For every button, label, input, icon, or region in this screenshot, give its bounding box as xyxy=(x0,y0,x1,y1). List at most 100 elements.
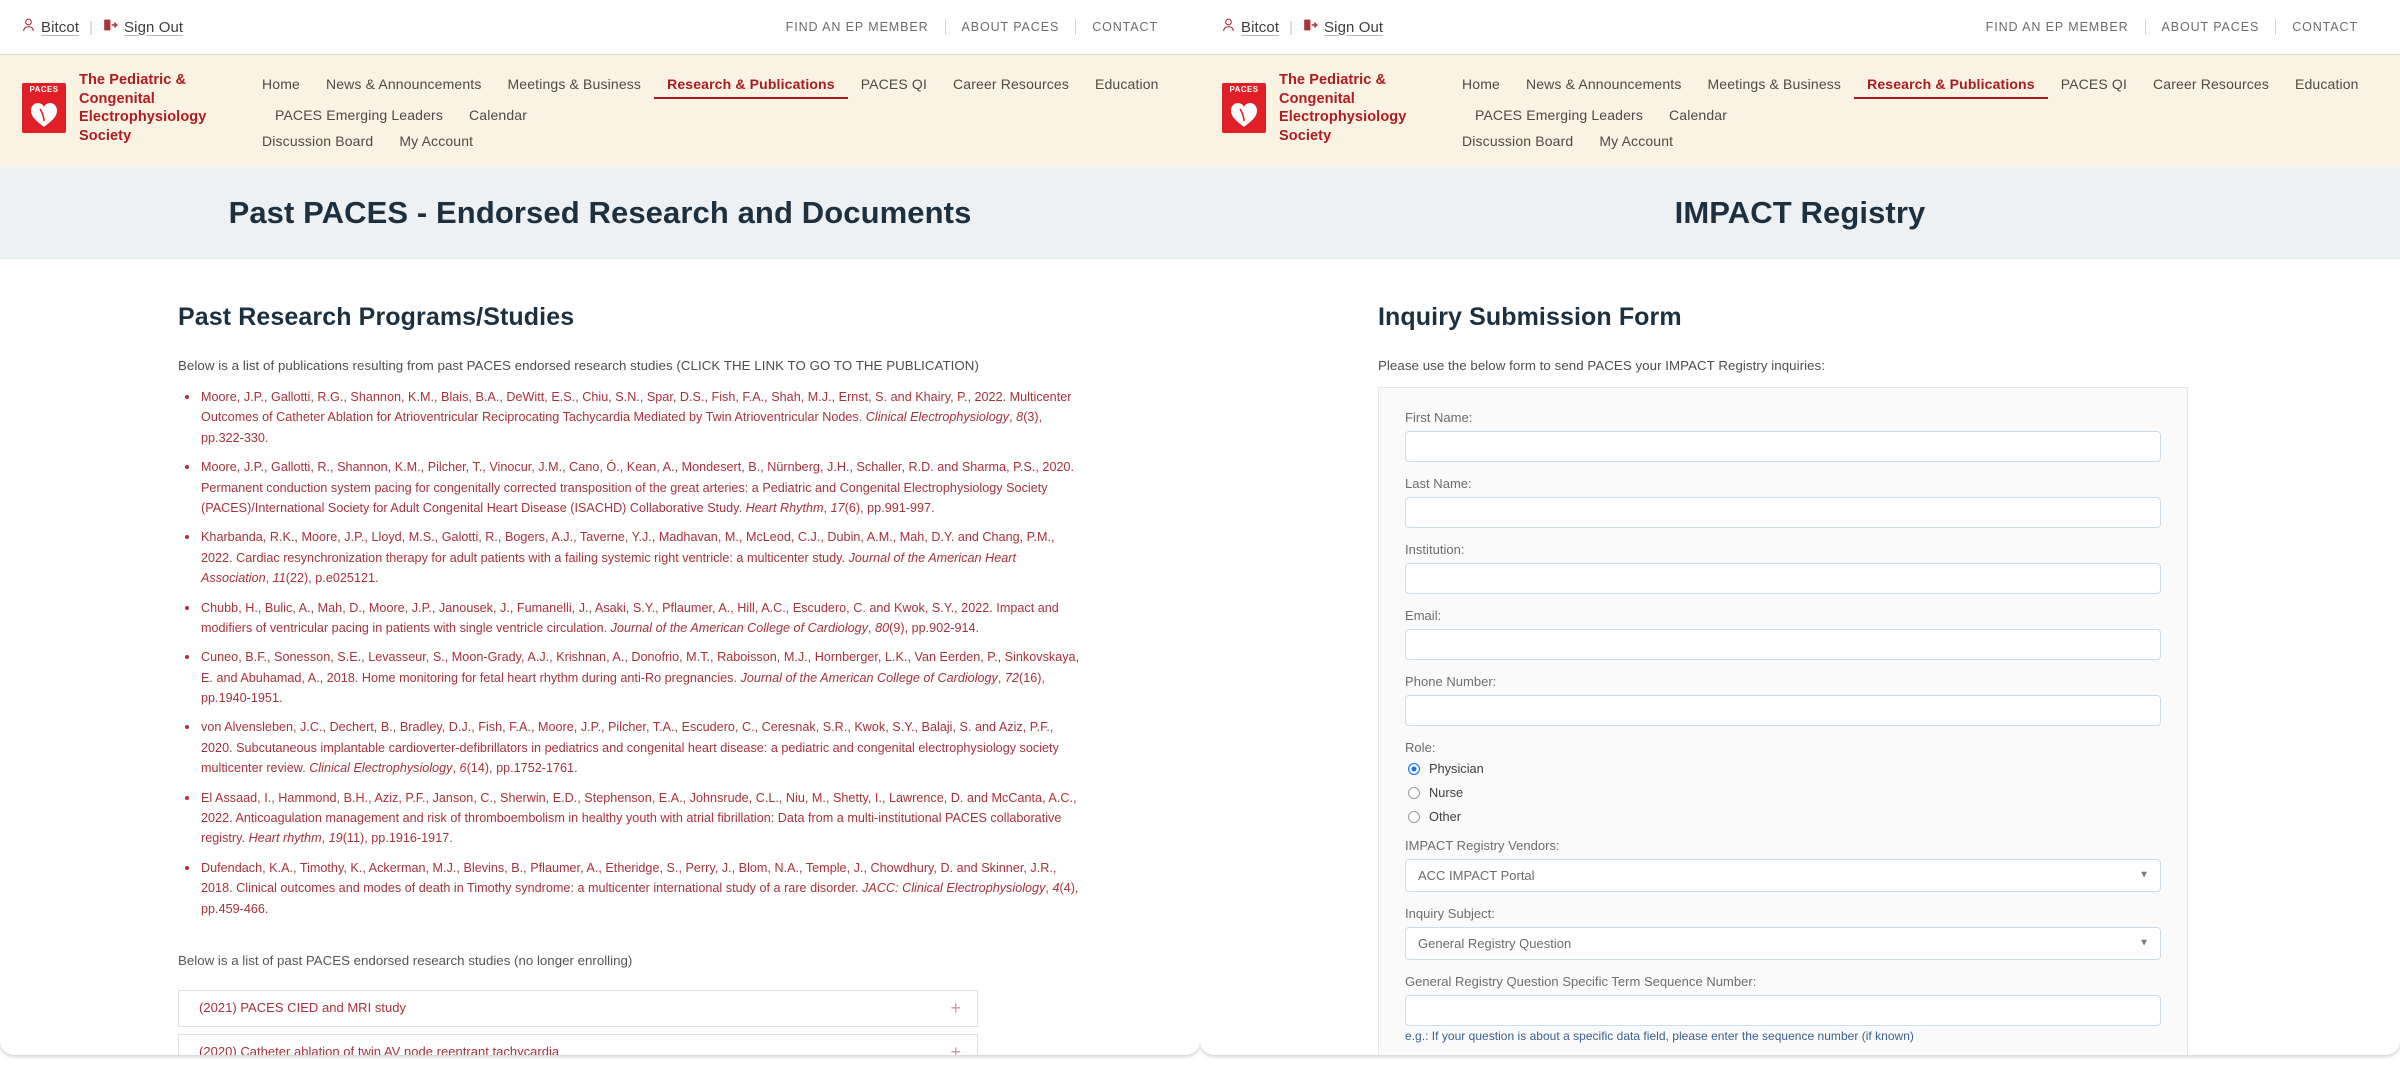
nav-item-meetings-business[interactable]: Meetings & Business xyxy=(494,75,654,99)
accordion-item[interactable]: (2021) PACES CIED and MRI study + xyxy=(178,989,978,1027)
brand-line-1: The Pediatric & Congenital xyxy=(1279,72,1387,107)
utility-separator: | xyxy=(89,18,94,36)
page-right: Bitcot | Sign Out FIND AN EP MEMBER ABOU… xyxy=(1200,0,2400,1055)
institution-label: Institution: xyxy=(1405,542,1465,557)
nav-item-home[interactable]: Home xyxy=(262,75,313,99)
vendors-select[interactable]: ACC IMPACT Portal xyxy=(1405,859,2161,892)
role-option-physician[interactable]: Physician xyxy=(1405,761,2161,776)
first-name-label: First Name: xyxy=(1405,410,1473,425)
logo-wordmark: PACES xyxy=(29,85,59,95)
email-input[interactable] xyxy=(1405,629,2161,660)
publication-citation[interactable]: Chubb, H., Bulic, A., Mah, D., Moore, J.… xyxy=(182,598,1082,639)
nav-item-paces-qi[interactable]: PACES QI xyxy=(848,75,940,99)
utility-link-contact[interactable]: CONTACT xyxy=(2276,20,2374,34)
utility-bar-right: Bitcot | Sign Out FIND AN EP MEMBER ABOU… xyxy=(1200,0,2400,55)
section-heading-inquiry-form: Inquiry Submission Form xyxy=(1378,303,1682,331)
nav-item-meetings-business[interactable]: Meetings & Business xyxy=(1694,75,1854,99)
publication-citation[interactable]: von Alvensleben, J.C., Dechert, B., Brad… xyxy=(182,717,1082,778)
inquiry-subject-select[interactable]: General Registry Question xyxy=(1405,927,2161,960)
main-content-right: Inquiry Submission Form Please use the b… xyxy=(1200,259,2400,1055)
plus-icon[interactable]: + xyxy=(936,999,961,1017)
account-link[interactable]: Bitcot xyxy=(22,18,79,36)
site-brand[interactable]: PACES The Pediatric & Congenital Electro… xyxy=(1222,69,1462,145)
nav-item-career-resources[interactable]: Career Resources xyxy=(940,75,1082,99)
publication-citation[interactable]: El Assaad, I., Hammond, B.H., Aziz, P.F.… xyxy=(182,788,1082,849)
last-name-label: Last Name: xyxy=(1405,476,1472,491)
nav-item-research-publications[interactable]: Research & Publications xyxy=(1854,75,2048,99)
radio-unselected-icon[interactable] xyxy=(1408,786,1420,799)
role-option-nurse[interactable]: Nurse xyxy=(1405,785,2161,800)
nav-item-paces-emerging-leaders[interactable]: PACES Emerging Leaders xyxy=(262,106,456,125)
publication-citation[interactable]: Moore, J.P., Gallotti, R., Shannon, K.M.… xyxy=(182,457,1082,518)
plus-icon[interactable]: + xyxy=(936,1043,961,1055)
screenshot-stage: Bitcot | Sign Out FIND AN EP MEMBER ABOU… xyxy=(0,0,2400,1067)
nav-item-education[interactable]: Education xyxy=(2282,75,2372,99)
last-name-input[interactable] xyxy=(1405,497,2161,528)
utility-link-find-ep-member[interactable]: FIND AN EP MEMBER xyxy=(770,20,945,34)
utility-bar-left: Bitcot | Sign Out FIND AN EP MEMBER ABOU… xyxy=(0,0,1200,55)
role-option-label: Physician xyxy=(1429,761,1484,776)
accordion-item[interactable]: (2020) Catheter ablation of twin AV node… xyxy=(178,1033,978,1055)
phone-field-group: Phone Number: xyxy=(1405,674,2161,726)
sign-out-label[interactable]: Sign Out xyxy=(124,19,183,36)
main-content-left: Past Research Programs/Studies Below is … xyxy=(0,259,1200,1055)
nav-item-news-announcements[interactable]: News & Announcements xyxy=(1513,75,1695,99)
role-option-other[interactable]: Other xyxy=(1405,809,2161,824)
institution-input[interactable] xyxy=(1405,563,2161,594)
nav-item-news-announcements[interactable]: News & Announcements xyxy=(313,75,495,99)
paces-logo-icon: PACES xyxy=(1222,83,1266,134)
publication-citation[interactable]: Dufendach, K.A., Timothy, K., Ackerman, … xyxy=(182,858,1082,919)
vendors-select-wrap: ACC IMPACT Portal ▼ xyxy=(1405,859,2161,892)
publication-citation[interactable]: Kharbanda, R.K., Moore, J.P., Lloyd, M.S… xyxy=(182,527,1082,588)
nav-item-home[interactable]: Home xyxy=(1462,75,1513,99)
page-title-left: Past PACES - Endorsed Research and Docum… xyxy=(228,194,972,230)
nav-item-discussion-board[interactable]: Discussion Board xyxy=(1462,132,1586,151)
account-link[interactable]: Bitcot xyxy=(1222,18,1279,36)
utility-link-contact[interactable]: CONTACT xyxy=(1076,20,1174,34)
sign-out-label[interactable]: Sign Out xyxy=(1324,19,1383,36)
site-brand[interactable]: PACES The Pediatric & Congenital Electro… xyxy=(22,69,262,145)
account-name[interactable]: Bitcot xyxy=(1241,19,1279,36)
radio-unselected-icon[interactable] xyxy=(1408,810,1420,823)
sequence-number-input[interactable] xyxy=(1405,995,2161,1026)
phone-input[interactable] xyxy=(1405,695,2161,726)
person-icon xyxy=(1222,18,1235,36)
account-name[interactable]: Bitcot xyxy=(41,19,79,36)
utility-separator: | xyxy=(1289,18,1294,36)
sign-out-icon xyxy=(103,18,118,36)
utility-link-about-paces[interactable]: ABOUT PACES xyxy=(946,20,1076,34)
brand-text: The Pediatric & Congenital Electrophysio… xyxy=(1279,71,1462,145)
sequence-number-hint: e.g.: If your question is about a specif… xyxy=(1405,1029,1914,1043)
vendors-field-group: IMPACT Registry Vendors: ACC IMPACT Port… xyxy=(1405,838,2161,892)
utility-links-left: FIND AN EP MEMBER ABOUT PACES CONTACT xyxy=(770,19,1200,35)
nav-item-paces-qi[interactable]: PACES QI xyxy=(2048,75,2140,99)
role-label: Role: xyxy=(1405,740,1436,755)
nav-item-my-account[interactable]: My Account xyxy=(386,132,486,151)
utility-link-find-ep-member[interactable]: FIND AN EP MEMBER xyxy=(1970,20,2145,34)
paces-logo-icon: PACES xyxy=(22,83,66,134)
nav-item-calendar[interactable]: Calendar xyxy=(1656,106,1740,125)
publication-citation[interactable]: Cuneo, B.F., Sonesson, S.E., Levasseur, … xyxy=(182,647,1082,708)
nav-item-research-publications[interactable]: Research & Publications xyxy=(654,75,848,99)
vendors-label: IMPACT Registry Vendors: xyxy=(1405,838,1560,853)
first-name-input[interactable] xyxy=(1405,431,2161,462)
phone-label: Phone Number: xyxy=(1405,674,1497,689)
utility-link-about-paces[interactable]: ABOUT PACES xyxy=(2146,20,2276,34)
person-icon xyxy=(22,18,35,36)
nav-item-discussion-board[interactable]: Discussion Board xyxy=(262,132,386,151)
nav-item-my-account[interactable]: My Account xyxy=(1586,132,1686,151)
brand-line-2: Electrophysiology Society xyxy=(1279,109,1407,144)
subject-select-wrap: General Registry Question ▼ xyxy=(1405,927,2161,960)
past-studies-accordion: (2021) PACES CIED and MRI study + (2020) C… xyxy=(178,989,978,1055)
hero-banner-left: Past PACES - Endorsed Research and Docum… xyxy=(0,167,1200,259)
hero-banner-right: IMPACT Registry xyxy=(1200,167,2400,259)
sign-out-link[interactable]: Sign Out xyxy=(1303,18,1383,36)
nav-item-education[interactable]: Education xyxy=(1082,75,1172,99)
nav-item-paces-emerging-leaders[interactable]: PACES Emerging Leaders xyxy=(1462,106,1656,125)
publication-citation[interactable]: Moore, J.P., Gallotti, R.G., Shannon, K.… xyxy=(182,387,1082,448)
nav-item-calendar[interactable]: Calendar xyxy=(456,106,540,125)
radio-selected-icon[interactable] xyxy=(1408,762,1420,775)
nav-item-career-resources[interactable]: Career Resources xyxy=(2140,75,2282,99)
institution-field-group: Institution: xyxy=(1405,542,2161,594)
sign-out-link[interactable]: Sign Out xyxy=(103,18,183,36)
